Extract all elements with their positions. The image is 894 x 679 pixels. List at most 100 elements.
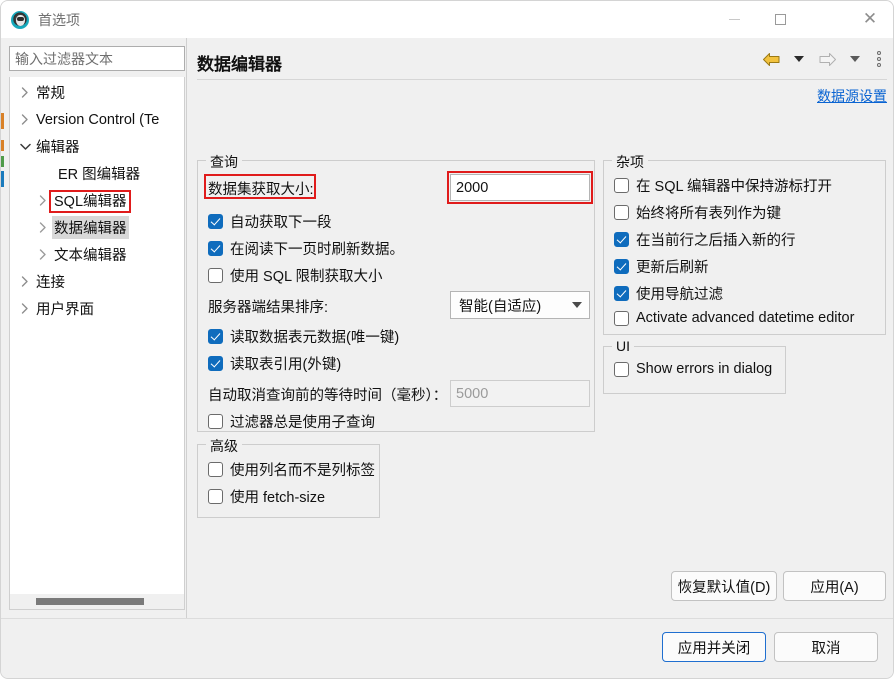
checkbox-read-table-metadata[interactable]: 读取数据表元数据(唯一键) [208, 326, 399, 347]
minimize-button[interactable] [711, 1, 757, 38]
edge-mark-orange-2 [1, 140, 4, 151]
server-sort-select[interactable]: 智能(自适应) [450, 291, 590, 319]
ui-group-title: UI [612, 338, 634, 354]
sidebar-item-user-interface[interactable]: 用户界面 [10, 295, 184, 322]
sidebar-item-label: 连接 [36, 275, 65, 291]
chevron-down-icon [572, 302, 582, 308]
apply-button[interactable]: 应用(A) [783, 571, 886, 601]
checkbox-icon[interactable] [614, 361, 629, 377]
sidebar-item-general[interactable]: 常规 [10, 79, 184, 106]
sidebar-item-data-editor[interactable]: 数据编辑器 [10, 214, 184, 241]
page-title: 数据编辑器 [197, 55, 282, 74]
checkbox-icon[interactable] [614, 286, 629, 301]
checkbox-icon[interactable] [614, 259, 629, 274]
checkbox-icon[interactable] [208, 356, 223, 371]
header-divider [197, 79, 887, 80]
navigation-toolbar [759, 48, 887, 70]
cancel-timeout-label: 自动取消查询前的等待时间（毫秒）： [208, 388, 448, 404]
checkbox-label: Show errors in dialog [636, 361, 773, 377]
cancel-timeout-input[interactable]: 5000 [450, 380, 590, 407]
checkbox-insert-row-after-current[interactable]: 在当前行之后插入新的行 [614, 229, 796, 250]
sidebar-item-connections[interactable]: 连接 [10, 268, 184, 295]
server-sort-value: 智能(自适应) [459, 298, 542, 315]
checkbox-use-sql-limit[interactable]: 使用 SQL 限制获取大小 [208, 265, 383, 286]
chevron-down-icon[interactable] [16, 143, 34, 151]
checkbox-filter-always-subquery[interactable]: 过滤器总是使用子查询 [208, 411, 375, 432]
edge-mark-blue [1, 171, 4, 187]
sidebar-item-editors[interactable]: 编辑器 [10, 133, 184, 160]
advanced-group: 高级 使用列名而不是列标签 使用 fetch-size [197, 436, 380, 518]
forward-arrow-icon[interactable] [815, 48, 839, 70]
checkbox-icon[interactable] [208, 214, 223, 229]
checkbox-label: 更新后刷新 [636, 260, 709, 276]
preferences-tree[interactable]: 常规 Version Control (Te 编辑器 ER 图编辑器 SQL编辑… [9, 77, 185, 610]
checkbox-use-navigation-filter[interactable]: 使用导航过滤 [614, 283, 723, 304]
checkbox-auto-fetch-next[interactable]: 自动获取下一段 [208, 211, 332, 232]
checkbox-read-table-references[interactable]: 读取表引用(外键) [208, 353, 341, 374]
sidebar-item-label: SQL编辑器 [54, 194, 127, 210]
checkbox-refresh-on-next-page[interactable]: 在阅读下一页时刷新数据。 [208, 238, 404, 259]
forward-dropdown-icon[interactable] [843, 48, 867, 70]
chevron-right-icon[interactable] [16, 303, 34, 314]
edge-mark-green [1, 156, 4, 167]
chevron-right-icon[interactable] [34, 249, 52, 260]
datasource-settings-link[interactable]: 数据源设置 [817, 86, 887, 106]
checkbox-icon[interactable] [208, 268, 223, 283]
sidebar-item-sql-editor[interactable]: SQL编辑器 [10, 187, 184, 214]
settings-panel: 数据编辑器 数据源设置 查询 数据集获取大小: 2000 自动获取下一段 在阅读… [186, 38, 893, 618]
sidebar-item-text-editor[interactable]: 文本编辑器 [10, 241, 184, 268]
apply-and-close-button[interactable]: 应用并关闭 [662, 632, 766, 662]
checkbox-show-errors-in-dialog[interactable]: Show errors in dialog [614, 361, 772, 377]
query-group: 查询 数据集获取大小: 2000 自动获取下一段 在阅读下一页时刷新数据。 使用… [197, 152, 595, 432]
checkbox-all-columns-as-key[interactable]: 始终将所有表列作为键 [614, 202, 781, 223]
horizontal-scrollbar[interactable] [10, 594, 184, 609]
sidebar-item-er-diagram-editor[interactable]: ER 图编辑器 [10, 160, 184, 187]
back-arrow-icon[interactable] [759, 48, 783, 70]
sidebar-item-label: 编辑器 [36, 140, 80, 156]
maximize-button[interactable] [757, 1, 803, 38]
checkbox-icon[interactable] [208, 241, 223, 256]
fetch-size-label-wrap: 数据集获取大小: [208, 178, 314, 199]
chevron-right-icon[interactable] [16, 87, 34, 98]
checkbox-icon[interactable] [614, 205, 629, 220]
checkbox-use-fetch-size[interactable]: 使用 fetch-size [208, 486, 325, 507]
query-group-title: 查询 [206, 152, 242, 172]
checkbox-label: Activate advanced datetime editor [636, 310, 855, 326]
kebab-menu-icon[interactable] [871, 48, 887, 70]
back-dropdown-icon[interactable] [787, 48, 811, 70]
chevron-right-icon[interactable] [16, 276, 34, 287]
checkbox-label: 在阅读下一页时刷新数据。 [230, 242, 404, 258]
edge-mark-orange-1 [1, 113, 4, 129]
checkbox-icon[interactable] [614, 310, 629, 326]
checkbox-refresh-after-update[interactable]: 更新后刷新 [614, 256, 709, 277]
filter-input[interactable]: 输入过滤器文本 [9, 46, 185, 71]
title-bar: 首选项 ✕ [1, 1, 893, 38]
fetch-size-value: 2000 [456, 179, 489, 196]
cancel-timeout-value: 5000 [456, 385, 489, 402]
close-icon: ✕ [862, 9, 878, 29]
chevron-right-icon[interactable] [34, 195, 52, 206]
cancel-button[interactable]: 取消 [774, 632, 878, 662]
checkbox-icon[interactable] [208, 489, 223, 504]
checkbox-icon[interactable] [614, 232, 629, 247]
close-button[interactable]: ✕ [845, 1, 893, 38]
chevron-right-icon[interactable] [34, 222, 52, 233]
checkbox-use-column-names[interactable]: 使用列名而不是列标签 [208, 459, 375, 480]
filter-input-placeholder: 输入过滤器文本 [15, 50, 113, 67]
checkbox-icon[interactable] [614, 178, 629, 193]
scrollbar-thumb[interactable] [36, 598, 144, 605]
restore-defaults-button[interactable]: 恢复默认值(D) [671, 571, 777, 601]
checkbox-icon[interactable] [208, 329, 223, 344]
chevron-right-icon[interactable] [16, 114, 34, 125]
ui-group: UI Show errors in dialog [603, 338, 786, 394]
fetch-size-input[interactable]: 2000 [450, 174, 590, 201]
dialog-footer: 应用并关闭 取消 [1, 618, 893, 678]
checkbox-label: 使用 fetch-size [230, 490, 326, 506]
cancel-timeout-label-wrap: 自动取消查询前的等待时间（毫秒）： [208, 384, 447, 405]
checkbox-icon[interactable] [208, 414, 223, 429]
fetch-size-label: 数据集获取大小: [208, 182, 314, 198]
checkbox-icon[interactable] [208, 462, 223, 477]
checkbox-keep-cursor-open-sql-editor[interactable]: 在 SQL 编辑器中保持游标打开 [614, 175, 832, 196]
sidebar-item-version-control[interactable]: Version Control (Te [10, 106, 184, 133]
checkbox-activate-advanced-datetime-editor[interactable]: Activate advanced datetime editor [614, 310, 854, 326]
